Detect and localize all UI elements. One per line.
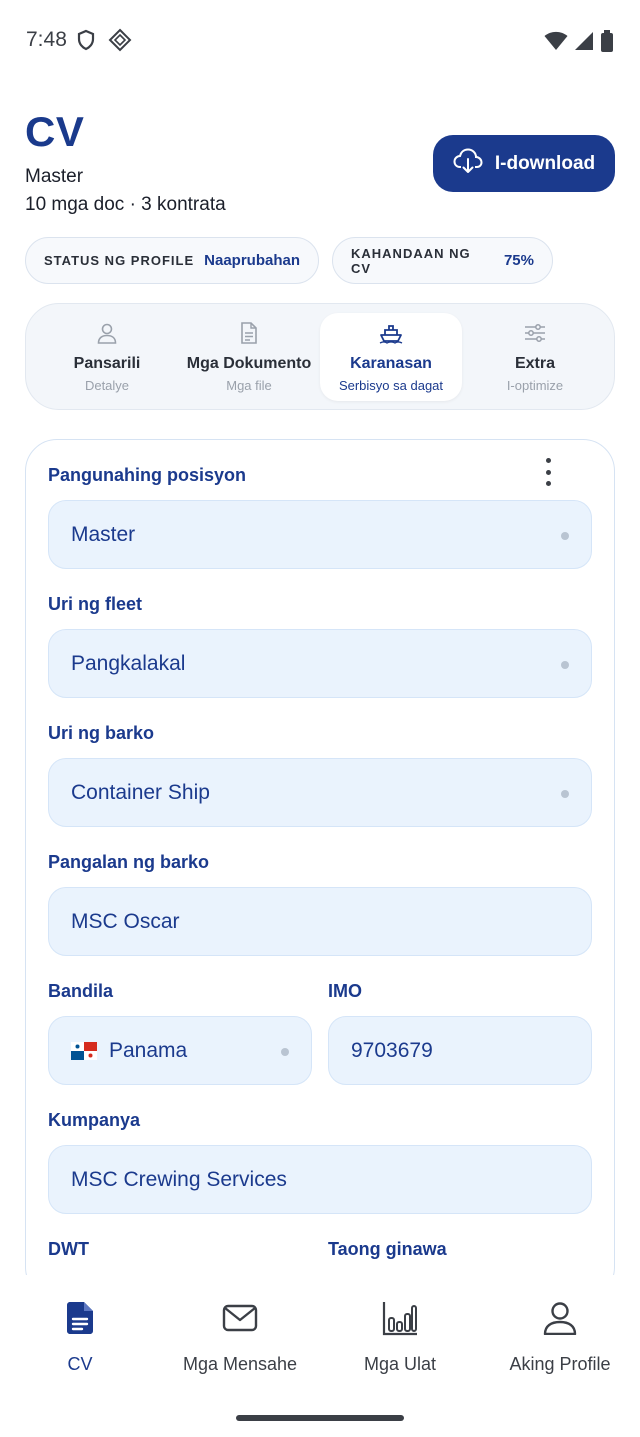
company-value: MSC Crewing Services <box>71 1167 287 1191</box>
primary-position-value: Master <box>71 522 136 546</box>
status-time: 7:48 <box>26 28 67 51</box>
flag-value: Panama <box>109 1038 188 1062</box>
vessel-type-value: Container Ship <box>71 780 210 804</box>
nav-label: Mga Mensahe <box>182 1354 298 1374</box>
badge-value: Naaprubahan <box>204 252 300 269</box>
tab-personal[interactable]: Pansarili Detalye <box>36 313 178 401</box>
section-tabs: Pansarili Detalye Mga Dokumento Mga file… <box>25 303 615 410</box>
vessel-type-select[interactable]: Container Ship <box>48 758 592 827</box>
flag-label: Bandila <box>48 981 114 1001</box>
tab-extra[interactable]: Extra I-optimize <box>464 313 606 401</box>
nav-reports[interactable]: Mga Ulat <box>320 1298 480 1375</box>
imo-label: IMO <box>328 981 362 1001</box>
nav-label: Aking Profile <box>509 1354 611 1374</box>
imo-value: 9703679 <box>351 1038 433 1062</box>
fleet-type-value: Pangkalakal <box>71 651 186 675</box>
dropdown-indicator-icon <box>281 1048 289 1056</box>
tab-sublabel: Mga file <box>226 378 272 393</box>
tab-sublabel: Serbisyo sa dagat <box>338 378 444 393</box>
primary-position-label: Pangunahing posisyon <box>48 465 247 485</box>
mail-icon <box>222 1298 258 1338</box>
flag-select[interactable]: Panama <box>48 1016 312 1085</box>
person-icon <box>96 321 118 345</box>
profile-position: Master <box>25 166 84 187</box>
nav-messages[interactable]: Mga Mensahe <box>160 1298 320 1375</box>
imo-input[interactable]: 9703679 <box>328 1016 592 1085</box>
dropdown-indicator-icon <box>561 532 569 540</box>
nav-profile[interactable]: Aking Profile <box>480 1298 640 1375</box>
battery-icon <box>600 30 614 57</box>
vpn-diamond-icon <box>108 28 132 57</box>
ship-icon <box>379 321 403 345</box>
bottom-navigation: CV Mga Mensahe Mga Ulat Aking Profile <box>0 1275 640 1437</box>
dwt-label: DWT <box>48 1239 89 1259</box>
home-indicator[interactable] <box>236 1415 404 1421</box>
vessel-name-value: MSC Oscar <box>71 909 180 933</box>
page-title: CV <box>25 108 85 155</box>
download-button[interactable]: I-download <box>433 135 615 192</box>
cloud-download-icon <box>453 147 483 180</box>
tab-experience[interactable]: Karanasan Serbisyo sa dagat <box>320 313 462 401</box>
tab-sublabel: Detalye <box>84 378 130 393</box>
tab-documents[interactable]: Mga Dokumento Mga file <box>178 313 320 401</box>
bar-chart-icon <box>382 1298 418 1338</box>
more-vert-icon <box>545 458 551 463</box>
profile-status-badge: STATUS NG PROFILE Naaprubahan <box>25 237 319 284</box>
document-icon <box>240 321 258 345</box>
panama-flag-icon <box>71 1041 97 1060</box>
fleet-type-select[interactable]: Pangkalakal <box>48 629 592 698</box>
vessel-name-label: Pangalan ng barko <box>48 852 210 872</box>
nav-label: Mga Ulat <box>363 1354 437 1374</box>
nav-cv[interactable]: CV <box>0 1298 160 1375</box>
tab-label: Pansarili <box>73 355 141 372</box>
nav-label: CV <box>67 1354 93 1374</box>
cellular-signal-icon <box>574 31 594 56</box>
profile-meta: 10 mga doc · 3 kontrata <box>25 194 226 215</box>
fleet-type-label: Uri ng fleet <box>48 594 143 614</box>
tab-label: Mga Dokumento <box>186 355 312 372</box>
tab-sublabel: I-optimize <box>506 378 564 393</box>
dropdown-indicator-icon <box>561 661 569 669</box>
status-bar: 7:48 <box>0 0 640 84</box>
badge-label: STATUS NG PROFILE <box>44 253 195 268</box>
dropdown-indicator-icon <box>561 790 569 798</box>
tab-label: Extra <box>514 355 556 372</box>
cv-document-icon <box>66 1298 94 1338</box>
vessel-name-input[interactable]: MSC Oscar <box>48 887 592 956</box>
company-label: Kumpanya <box>48 1110 141 1130</box>
profile-icon <box>543 1298 577 1338</box>
more-options-button[interactable] <box>538 456 558 488</box>
shield-icon <box>76 29 96 56</box>
cv-readiness-badge: KAHANDAAN NG CV 75% <box>332 237 553 284</box>
company-input[interactable]: MSC Crewing Services <box>48 1145 592 1214</box>
badge-label: KAHANDAAN NG CV <box>351 245 471 276</box>
tab-label: Karanasan <box>350 355 432 372</box>
primary-position-select[interactable]: Master <box>48 500 592 569</box>
badge-value: 75% <box>503 252 534 269</box>
year-built-label: Taong ginawa <box>328 1239 447 1259</box>
download-label: I-download <box>494 152 596 174</box>
vessel-type-label: Uri ng barko <box>48 723 155 743</box>
sliders-icon <box>524 321 546 345</box>
wifi-icon <box>544 31 568 56</box>
